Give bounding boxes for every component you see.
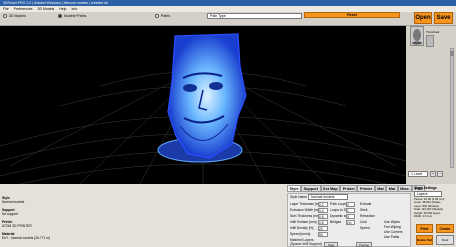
use-corners-checkbox[interactable]: Use Corners <box>384 230 403 234</box>
infill-surface-input[interactable]: 0.8 <box>318 220 328 225</box>
radio-dot <box>58 14 62 18</box>
center-button[interactable]: Center <box>436 224 454 233</box>
fan-wiping-checkbox[interactable]: Fan Wiping <box>384 225 401 229</box>
fast-button[interactable]: Fast <box>324 242 338 247</box>
layer-slider[interactable] <box>450 48 454 168</box>
radio-label: 3D Models <box>9 14 26 18</box>
cool-label: Cool <box>360 220 367 224</box>
infill-density-input[interactable]: 20 <box>318 226 328 231</box>
reset-button[interactable]: Reset <box>304 12 400 18</box>
bridges-input[interactable]: On <box>346 220 355 225</box>
shell-button[interactable]: Shell <box>436 235 454 245</box>
3d-viewport[interactable] <box>0 26 406 184</box>
print-button[interactable]: Print <box>416 224 433 233</box>
path-loops-label: Path Loops <box>330 202 347 206</box>
tab-printer[interactable]: Printer <box>340 185 358 192</box>
use-wipes-checkbox[interactable]: Use Wipes <box>384 220 400 224</box>
use-paths-checkbox[interactable]: Use Paths <box>384 235 399 239</box>
thumbnail-small[interactable] <box>426 35 434 47</box>
delete-style-button[interactable]: Delete Style <box>416 235 433 245</box>
skin-thickness-label: Skin Thickness [mm] <box>290 214 321 218</box>
zoom-in-button[interactable]: + <box>430 171 436 177</box>
tab-mat-2[interactable]: Mat <box>386 185 398 192</box>
zoom-select[interactable]: 1 Level <box>408 171 428 177</box>
bridges-label: Bridges <box>330 220 342 224</box>
thumb-caption: Thumbnail <box>426 30 440 34</box>
stat-line: Width: 0.0 mm <box>414 214 433 219</box>
style-settings-panel: Style Name Normal models Layer Thickness… <box>287 193 411 247</box>
zoom-out-button[interactable]: − <box>437 171 443 177</box>
precise-button[interactable]: Precise <box>356 242 372 247</box>
radio-models-paths[interactable]: Models+Paths <box>58 14 86 18</box>
show-settings-title: Show Settings <box>414 186 437 190</box>
style-name-label: Style Name <box>290 195 308 199</box>
open-button[interactable]: Open <box>414 12 432 24</box>
infill-density-label: Infill Density [%] <box>290 226 314 230</box>
tab-mat[interactable]: Mat <box>374 185 387 192</box>
path-type-select[interactable]: Path Type <box>207 13 302 19</box>
tab-printer-2[interactable]: Printer <box>357 185 375 192</box>
radio-3d-models[interactable]: 3D Models <box>3 14 26 18</box>
speed-label-2: Speed <box>360 226 370 230</box>
path-loops-input[interactable]: 2 <box>346 202 355 207</box>
speed-label: Speed [mm/s] <box>290 232 311 236</box>
dynamic-scale-input[interactable]: 3 <box>346 214 355 219</box>
radio-label: Paths <box>161 14 170 18</box>
speed-input[interactable]: 50 <box>318 232 328 237</box>
layer-thickness-input[interactable]: 0.2 <box>318 202 328 207</box>
thumbnail-image <box>410 26 424 46</box>
settings-tabs: Style Support Ext Map Printer Printer Ma… <box>287 185 426 192</box>
right-panel: Thumbnail 1 Level + − <box>406 26 456 184</box>
retraction-label: Retraction <box>360 214 376 218</box>
extrusion-width-input[interactable]: 0.4 <box>318 208 328 213</box>
style-name-input[interactable]: Normal models <box>308 194 348 200</box>
infill-surface-label: Infill Surface [mm] <box>290 220 317 224</box>
support-value: No support <box>2 212 19 216</box>
radio-dot <box>155 14 159 18</box>
3d-model-head <box>157 33 247 163</box>
extrude-label: Extrude <box>360 202 372 206</box>
save-button[interactable]: Save <box>434 12 453 24</box>
radio-paths[interactable]: Paths <box>155 14 170 18</box>
stats-list: Pieces: 10.00 (4.09 min) Lines: 48,000 (… <box>414 197 454 219</box>
tab-support[interactable]: Support <box>301 185 321 192</box>
spacer-infill-label: (Spacer Infill Support) <box>290 242 322 246</box>
tab-ext-map[interactable]: Ext Map <box>320 185 341 192</box>
skin-thickness-input[interactable]: 0.8 <box>318 214 328 219</box>
style-value: Normal models <box>2 200 25 204</box>
material-value: EnY - Normal models (26.771 m) <box>2 236 51 240</box>
radio-dot <box>3 14 7 18</box>
printer-value: ATOM 3D PRINTER <box>2 224 32 228</box>
toolbar: 3D Models Models+Paths Paths Path Type R… <box>0 12 456 26</box>
radio-label: Models+Paths <box>64 14 87 18</box>
extrusion-width-label: Extrusion Width [mm] <box>290 208 322 212</box>
tab-misc[interactable]: Misc. <box>397 185 413 192</box>
layer-slider-handle[interactable] <box>450 51 454 56</box>
shell-label: Shell <box>360 208 368 212</box>
tab-style[interactable]: Style <box>287 185 302 192</box>
viewport-scene <box>0 33 406 184</box>
settings-area: Style Normal models Support No support P… <box>0 184 456 247</box>
loops-to-scale-input[interactable]: 1 <box>346 208 355 213</box>
